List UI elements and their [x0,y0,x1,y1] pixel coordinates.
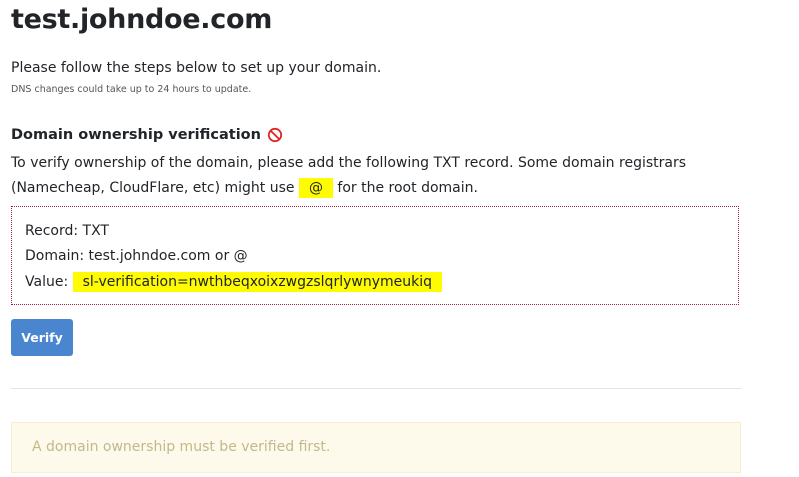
record-domain: Domain: test.johndoe.com or @ [25,248,248,264]
verify-button[interactable]: Verify [11,319,73,356]
txt-record-box: Record: TXT Domain: test.johndoe.com or … [11,206,739,305]
verification-description: To verify ownership of the domain, pleas… [11,151,781,201]
setup-instructions: Please follow the steps below to set up … [11,60,382,76]
dns-propagation-note: DNS changes could take up to 24 hours to… [11,84,252,95]
root-symbol-highlight: @ [298,178,333,198]
prohibited-icon [267,127,283,143]
record-value[interactable]: sl-verification=nwthbeqxoixzwgzslqrlywny… [72,272,442,292]
page-title: test.johndoe.com [11,4,273,35]
description-text-after: for the root domain. [332,180,478,196]
notice-text: A domain ownership must be verified firs… [32,439,331,455]
verification-heading-label: Domain ownership verification [11,127,261,143]
record-type: Record: TXT [25,223,109,239]
verification-required-notice: A domain ownership must be verified firs… [11,422,741,473]
section-divider [11,388,742,389]
record-value-row: Value: sl-verification=nwthbeqxoixzwgzsl… [25,272,442,292]
record-value-label: Value: [25,274,73,290]
verification-heading: Domain ownership verification [11,127,283,143]
